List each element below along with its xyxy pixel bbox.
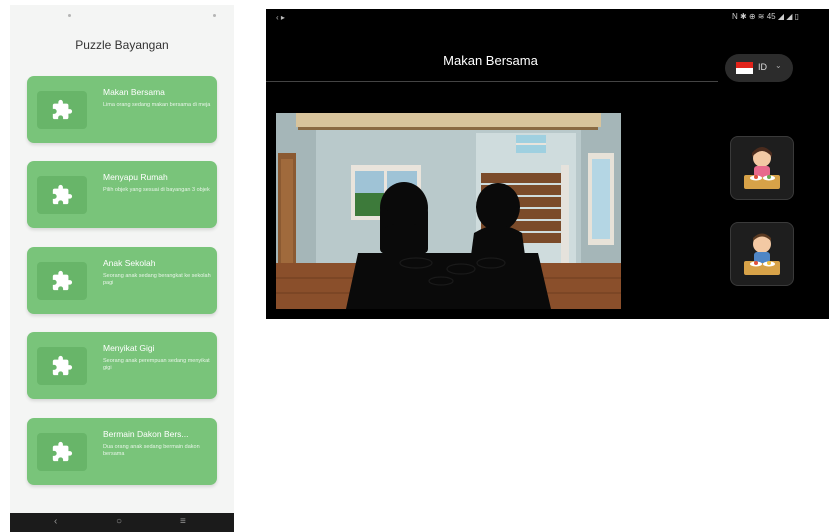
status-bar <box>10 5 234 23</box>
room-illustration <box>276 113 621 309</box>
card-title: Menyikat Gigi <box>103 343 155 353</box>
nav-back-button[interactable]: ‹ <box>54 516 57 527</box>
card-description: Lima orang sedang makan bersama di meja <box>103 102 211 108</box>
card-description: Dua orang anak sedang bermain dakon bers… <box>103 444 200 457</box>
nav-home-button[interactable]: ○ <box>116 516 122 527</box>
card-title: Makan Bersama <box>103 87 165 97</box>
boy-eating-icon <box>744 233 780 275</box>
girl-piece-button[interactable] <box>730 136 794 200</box>
chevron-down-icon: ⌄ <box>775 61 782 70</box>
status-left-icons: ‹ ▸ <box>276 13 285 22</box>
status-dot <box>68 14 71 17</box>
puzzle-icon <box>37 262 87 300</box>
puzzle-card-menyikat-gigi[interactable]: Menyikat Gigi Seorang anak perempuan sed… <box>27 332 217 399</box>
page-title: Puzzle Bayangan <box>75 38 169 52</box>
phone-screen: Puzzle Bayangan Makan Bersama Lima orang… <box>10 5 234 532</box>
card-title: Bermain Dakon Bers... <box>103 429 189 439</box>
header-divider <box>266 81 718 82</box>
puzzle-icon <box>37 91 87 129</box>
card-title: Anak Sekolah <box>103 258 156 268</box>
nav-recents-button[interactable]: ≡ <box>180 516 186 527</box>
puzzle-icon <box>37 176 87 214</box>
puzzle-title: Makan Bersama <box>443 53 538 68</box>
card-description: Seorang anak perempuan sedang menyikat g… <box>103 358 210 371</box>
card-description: Pilih objek yang sesuai di bayangan 3 ob… <box>103 187 210 193</box>
puzzle-card-menyapu-rumah[interactable]: Menyapu Rumah Pilih objek yang sesuai di… <box>27 161 217 228</box>
puzzle-icon <box>37 433 87 471</box>
status-dot <box>213 14 216 17</box>
boy-piece-button[interactable] <box>730 222 794 286</box>
girl-eating-icon <box>744 147 780 189</box>
puzzle-card-bermain-dakon[interactable]: Bermain Dakon Bers... Dua orang anak sed… <box>27 418 217 485</box>
android-nav-bar: ‹ ○ ≡ <box>10 513 234 532</box>
shadow-puzzle-scene <box>276 113 621 309</box>
puzzle-icon <box>37 347 87 385</box>
card-title: Menyapu Rumah <box>103 172 168 182</box>
tablet-screen: ‹ ▸ N ✱ ⊕ ≋ 45 ◢ ◢ ▯ Makan Bersama ID ⌄ <box>266 9 829 319</box>
flag-indonesia-icon <box>736 62 753 74</box>
puzzle-card-anak-sekolah[interactable]: Anak Sekolah Seorang anak sedang berangk… <box>27 247 217 314</box>
card-description: Seorang anak sedang berangkat ke sekolah… <box>103 273 211 286</box>
language-selector[interactable]: ID ⌄ <box>725 54 793 82</box>
status-right-icons: N ✱ ⊕ ≋ 45 ◢ ◢ ▯ <box>731 12 799 21</box>
puzzle-card-makan-bersama[interactable]: Makan Bersama Lima orang sedang makan be… <box>27 76 217 143</box>
language-code: ID <box>758 62 767 72</box>
